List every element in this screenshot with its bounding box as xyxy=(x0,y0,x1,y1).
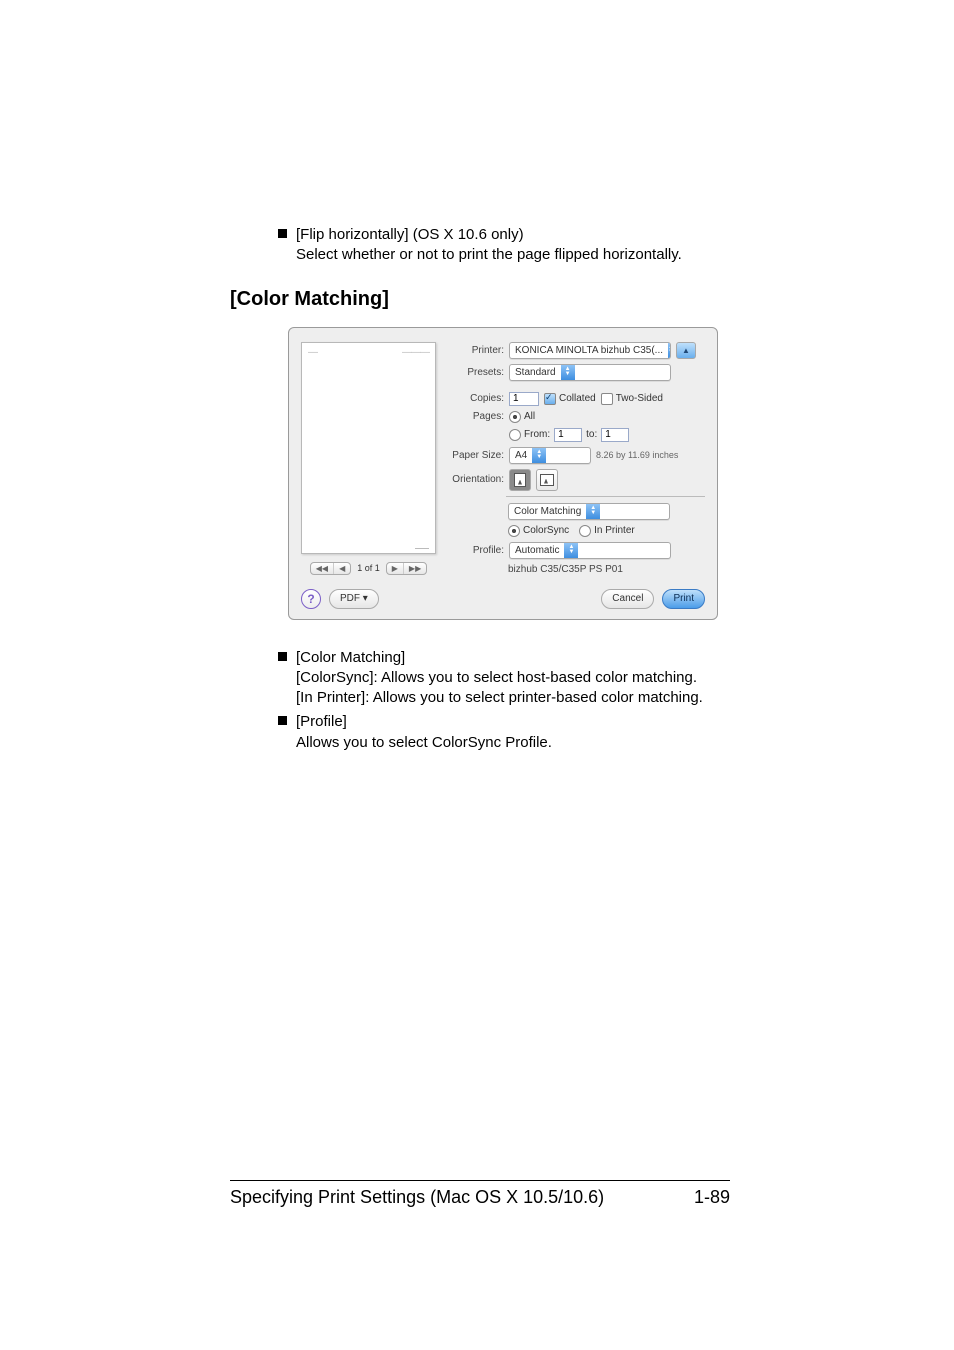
copies-label: Copies: xyxy=(446,393,504,404)
profile-label: Profile: xyxy=(446,545,504,556)
presets-value: Standard xyxy=(510,367,561,378)
select-arrows-icon: ▲▼ xyxy=(586,504,600,519)
nav-last-icon[interactable]: ▶▶ xyxy=(404,563,426,574)
nav-next-icon[interactable]: ▶ xyxy=(387,563,404,574)
collated-label: Collated xyxy=(559,393,596,404)
collated-checkbox[interactable]: Collated xyxy=(544,393,596,405)
bullet-square-icon xyxy=(278,229,287,238)
select-arrows-icon: ▲▼ xyxy=(564,543,578,558)
bullet-flip-horizontally: [Flip horizontally] (OS X 10.6 only) Sel… xyxy=(230,225,730,266)
profile-select[interactable]: Automatic ▲▼ xyxy=(509,542,671,559)
bottom-bullet-list: [Color Matching] [ColorSync]: Allows you… xyxy=(230,648,730,753)
page-footer: Specifying Print Settings (Mac OS X 10.5… xyxy=(230,1180,730,1208)
colorsync-label: ColorSync xyxy=(523,525,569,536)
presets-select[interactable]: Standard ▲▼ xyxy=(509,364,671,381)
papersize-dimensions: 8.26 by 11.69 inches xyxy=(596,450,678,460)
select-arrows-icon: ▲▼ xyxy=(561,365,575,380)
printer-label: Printer: xyxy=(446,345,504,356)
select-arrows-icon: ▲▼ xyxy=(532,448,546,463)
portrait-icon xyxy=(514,473,526,487)
profile-status: bizhub C35/C35P PS P01 xyxy=(508,564,705,575)
bullet-desc-1: Allows you to select ColorSync Profile. xyxy=(296,733,730,753)
profile-value: Automatic xyxy=(510,545,564,556)
preview-nav: ◀◀ ◀ 1 of 1 ▶ ▶▶ xyxy=(301,562,436,575)
print-label: Print xyxy=(673,593,694,604)
section-title-color-matching: [Color Matching] xyxy=(230,288,730,311)
bullet-head: [Flip horizontally] (OS X 10.6 only) xyxy=(296,226,524,243)
divider xyxy=(506,496,705,497)
papersize-value: A4 xyxy=(510,450,532,461)
bullet-head: [Color Matching] xyxy=(296,649,405,666)
pages-label: Pages: xyxy=(446,411,504,422)
bullet-desc-2: [In Printer]: Allows you to select print… xyxy=(296,688,730,708)
nav-next-group[interactable]: ▶ ▶▶ xyxy=(386,562,427,575)
footer-page-number: 1-89 xyxy=(694,1187,730,1208)
bullet-desc-1: [ColorSync]: Allows you to select host-b… xyxy=(296,668,730,688)
orientation-landscape-button[interactable] xyxy=(536,469,558,491)
select-arrows-icon: ▲▼ xyxy=(668,343,671,358)
bullet-desc: Select whether or not to print the page … xyxy=(296,245,730,265)
orientation-portrait-button[interactable] xyxy=(509,469,531,491)
pdf-menu-button[interactable]: PDF ▾ xyxy=(329,589,379,609)
printer-expand-button[interactable]: ▲ xyxy=(676,342,696,359)
orientation-label: Orientation: xyxy=(446,474,504,485)
page-from-input[interactable] xyxy=(554,428,582,442)
bullet-head: [Profile] xyxy=(296,713,347,730)
pages-from-radio[interactable]: From: xyxy=(509,429,550,441)
pages-all-label: All xyxy=(524,411,535,422)
bullet-square-icon xyxy=(278,716,287,725)
bullet-profile: [Profile] Allows you to select ColorSync… xyxy=(230,712,730,753)
preview-pane: — ——— ◀◀ ◀ 1 of 1 ▶ ▶▶ xyxy=(301,342,436,575)
nav-prev-icon[interactable]: ◀ xyxy=(334,563,350,574)
printer-select[interactable]: KONICA MINOLTA bizhub C35(... ▲▼ xyxy=(509,342,671,359)
top-bullet-list: [Flip horizontally] (OS X 10.6 only) Sel… xyxy=(230,225,730,266)
print-button[interactable]: Print xyxy=(662,589,705,609)
pane-value: Color Matching xyxy=(509,506,586,517)
help-button[interactable]: ? xyxy=(301,589,321,609)
preview-page: — ——— xyxy=(301,342,436,554)
printer-value: KONICA MINOLTA bizhub C35(... xyxy=(510,345,668,356)
twosided-checkbox[interactable]: Two-Sided xyxy=(601,393,663,405)
twosided-label: Two-Sided xyxy=(616,393,663,404)
footer-chapter-title: Specifying Print Settings (Mac OS X 10.5… xyxy=(230,1187,604,1208)
copies-input[interactable] xyxy=(509,392,539,406)
pane-select[interactable]: Color Matching ▲▼ xyxy=(508,503,670,520)
pages-from-label: From: xyxy=(524,429,550,440)
colorsync-radio[interactable]: ColorSync xyxy=(508,525,569,537)
papersize-label: Paper Size: xyxy=(446,450,504,461)
inprinter-radio[interactable]: In Printer xyxy=(579,525,635,537)
main-content: [Flip horizontally] (OS X 10.6 only) Sel… xyxy=(230,225,730,775)
pages-all-radio[interactable]: All xyxy=(509,411,535,423)
footer-rule xyxy=(230,1180,730,1181)
bullet-color-matching: [Color Matching] [ColorSync]: Allows you… xyxy=(230,648,730,709)
nav-prev-group[interactable]: ◀◀ ◀ xyxy=(310,562,351,575)
page-to-input[interactable] xyxy=(601,428,629,442)
papersize-select[interactable]: A4 ▲▼ xyxy=(509,447,591,464)
presets-label: Presets: xyxy=(446,367,504,378)
cancel-button[interactable]: Cancel xyxy=(601,589,654,609)
preview-page-number: 1 of 1 xyxy=(357,563,380,573)
bullet-square-icon xyxy=(278,652,287,661)
print-dialog: — ——— ◀◀ ◀ 1 of 1 ▶ ▶▶ xyxy=(288,327,718,620)
cancel-label: Cancel xyxy=(612,593,643,604)
inprinter-label: In Printer xyxy=(594,525,635,536)
landscape-icon xyxy=(540,474,554,486)
settings-pane: Printer: KONICA MINOLTA bizhub C35(... ▲… xyxy=(446,342,705,575)
pages-to-label: to: xyxy=(586,429,597,440)
nav-first-icon[interactable]: ◀◀ xyxy=(311,563,334,574)
pdf-label: PDF ▾ xyxy=(340,593,368,604)
